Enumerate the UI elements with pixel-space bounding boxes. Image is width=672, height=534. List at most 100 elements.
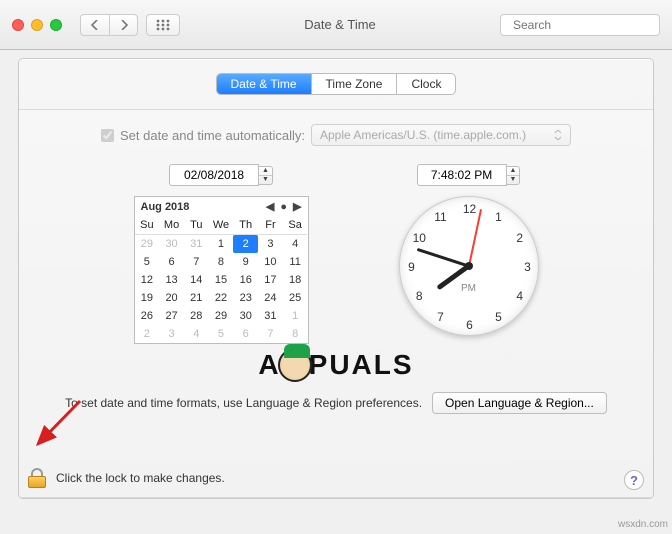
calendar-prev-button[interactable]: ◀ <box>266 200 274 213</box>
date-stepper[interactable]: ▲▼ <box>259 166 273 185</box>
calendar-day-out[interactable]: 5 <box>209 325 234 343</box>
calendar-day[interactable]: 9 <box>233 253 258 271</box>
lock-icon[interactable] <box>28 468 46 488</box>
calendar-day[interactable]: 19 <box>135 289 160 307</box>
clock-number: 1 <box>495 210 502 224</box>
minute-hand <box>417 248 469 268</box>
calendar-day-out[interactable]: 29 <box>135 235 160 253</box>
calendar-day[interactable]: 7 <box>184 253 209 271</box>
open-language-region-button[interactable]: Open Language & Region... <box>432 392 607 414</box>
calendar-day[interactable]: 26 <box>135 307 160 325</box>
calendar-day[interactable]: 17 <box>258 271 283 289</box>
calendar-next-button[interactable]: ▶ <box>293 200 301 213</box>
clock-number: 12 <box>463 202 476 216</box>
formats-hint: To set date and time formats, use Langua… <box>65 396 422 410</box>
calendar-dow: Su <box>135 216 160 235</box>
calendar-day-out[interactable]: 2 <box>135 325 160 343</box>
watermark-rest: PUALS <box>309 349 414 381</box>
tab-segmented-control: Date & TimeTime ZoneClock <box>216 73 457 95</box>
calendar-day[interactable]: 11 <box>283 253 308 271</box>
lock-bar: Click the lock to make changes. <box>28 468 225 488</box>
time-server-dropdown[interactable]: Apple Americas/U.S. (time.apple.com.) <box>311 124 571 146</box>
calendar-day-out[interactable]: 1 <box>283 307 308 325</box>
back-button[interactable] <box>81 15 109 35</box>
calendar-title: Aug 2018 <box>141 201 190 213</box>
calendar-day[interactable]: 31 <box>258 307 283 325</box>
tab-time-zone[interactable]: Time Zone <box>311 74 397 94</box>
calendar-day[interactable]: 3 <box>258 235 283 253</box>
calendar-day[interactable]: 4 <box>283 235 308 253</box>
formats-row: To set date and time formats, use Langua… <box>65 392 607 414</box>
calendar-day[interactable]: 18 <box>283 271 308 289</box>
second-hand <box>468 209 482 266</box>
calendar-day[interactable]: 24 <box>258 289 283 307</box>
calendar-day[interactable]: 12 <box>135 271 160 289</box>
clock-number: 8 <box>416 289 423 303</box>
analog-clock: PM 121234567891011 <box>399 196 539 336</box>
clock-number: 11 <box>434 210 446 224</box>
forward-button[interactable] <box>109 15 137 35</box>
calendar-day[interactable]: 27 <box>159 307 184 325</box>
tab-date-time[interactable]: Date & Time <box>217 74 311 94</box>
calendar-day-out[interactable]: 4 <box>184 325 209 343</box>
calendar-day[interactable]: 25 <box>283 289 308 307</box>
clock-center-dot <box>465 262 473 270</box>
calendar-day[interactable]: 23 <box>233 289 258 307</box>
calendar-dow: We <box>209 216 234 235</box>
stepper-up-icon: ▲ <box>507 167 520 175</box>
calendar-day-out[interactable]: 8 <box>283 325 308 343</box>
time-stepper[interactable]: ▲▼ <box>507 166 521 185</box>
calendar-day[interactable]: 22 <box>209 289 234 307</box>
calendar-day[interactable]: 1 <box>209 235 234 253</box>
auto-set-checkbox[interactable] <box>101 129 114 142</box>
tab-clock[interactable]: Clock <box>396 74 455 94</box>
stepper-down-icon: ▼ <box>259 175 272 184</box>
calendar-day-out[interactable]: 3 <box>159 325 184 343</box>
calendar-day[interactable]: 8 <box>209 253 234 271</box>
calendar-day-out[interactable]: 7 <box>258 325 283 343</box>
date-time-tab-content: Set date and time automatically: Apple A… <box>19 109 653 498</box>
zoom-window-button[interactable] <box>50 19 62 31</box>
lock-hint: Click the lock to make changes. <box>56 471 225 485</box>
calendar-day[interactable]: 6 <box>159 253 184 271</box>
calendar-day[interactable]: 15 <box>209 271 234 289</box>
calendar-day-out[interactable]: 30 <box>159 235 184 253</box>
calendar-day[interactable]: 20 <box>159 289 184 307</box>
calendar-dow: Th <box>233 216 258 235</box>
calendar-day[interactable]: 30 <box>233 307 258 325</box>
close-window-button[interactable] <box>12 19 24 31</box>
calendar-day[interactable]: 5 <box>135 253 160 271</box>
date-field: ▲▼ <box>169 164 273 186</box>
calendar-day[interactable]: 21 <box>184 289 209 307</box>
calendar-day[interactable]: 28 <box>184 307 209 325</box>
calendar-dow: Tu <box>184 216 209 235</box>
calendar-day[interactable]: 14 <box>184 271 209 289</box>
time-input[interactable] <box>417 164 507 186</box>
show-all-button[interactable] <box>146 14 180 36</box>
minimize-window-button[interactable] <box>31 19 43 31</box>
calendar-today-button[interactable]: ● <box>280 201 287 213</box>
clock-number: 9 <box>408 260 415 274</box>
chevron-down-icon <box>554 130 562 140</box>
calendar-grid: SuMoTuWeThFrSa29303112345678910111213141… <box>135 216 308 343</box>
clock-number: 10 <box>413 231 426 245</box>
calendar-day[interactable]: 16 <box>233 271 258 289</box>
nav-back-forward <box>80 14 138 36</box>
calendar-day[interactable]: 13 <box>159 271 184 289</box>
calendar-day-out[interactable]: 31 <box>184 235 209 253</box>
search-input[interactable] <box>513 18 668 32</box>
mascot-head-icon <box>278 348 312 382</box>
date-input[interactable] <box>169 164 259 186</box>
calendar-day[interactable]: 2 <box>233 235 258 253</box>
toolbar: Date & Time <box>0 0 672 50</box>
annotation-arrow <box>30 396 90 459</box>
calendar-day[interactable]: 29 <box>209 307 234 325</box>
calendar: Aug 2018 ◀ ● ▶ SuMoTuWeThFrSa29303112345… <box>134 196 309 344</box>
calendar-day-out[interactable]: 6 <box>233 325 258 343</box>
clock-number: 3 <box>524 260 531 274</box>
search-field-wrap[interactable] <box>500 14 660 36</box>
stepper-down-icon: ▼ <box>507 175 520 184</box>
clock-number: 2 <box>516 231 523 245</box>
help-button[interactable]: ? <box>624 470 644 490</box>
calendar-day[interactable]: 10 <box>258 253 283 271</box>
